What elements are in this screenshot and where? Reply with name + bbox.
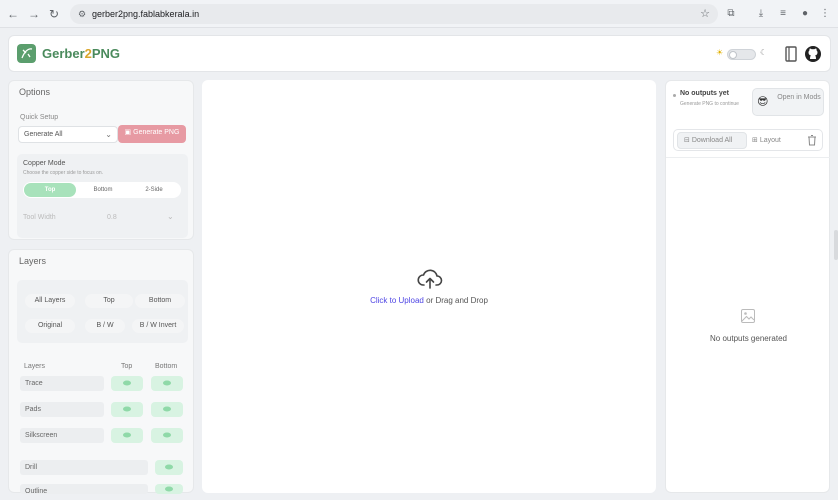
click-to-upload-link[interactable]: Click to Upload <box>370 296 424 305</box>
forward-icon[interactable]: → <box>27 7 41 21</box>
download-icon[interactable]: ⤓ <box>754 7 768 21</box>
logo-icon <box>17 44 36 63</box>
divider <box>666 157 830 158</box>
browser-toolbar: ← → ↻ ⚙ gerber2png.fablabkerala.in ☆ ⧉ ⤓… <box>0 0 838 28</box>
layout-button[interactable]: ⊞ Layout <box>752 132 792 149</box>
copper-bottom-option[interactable]: Bottom <box>79 183 127 197</box>
profile-icon[interactable]: ● <box>798 7 812 21</box>
tool-width-label: Tool Width <box>23 214 56 221</box>
bottom-column-header: Bottom <box>155 363 178 370</box>
moon-icon: ☾ <box>760 48 768 57</box>
top-option[interactable]: Top <box>85 294 133 308</box>
sun-icon: ☀ <box>716 48 724 57</box>
outputs-panel: No outputs yet Generate PNG to continue … <box>665 80 830 493</box>
quick-setup-select[interactable]: Generate All ⌄ <box>18 126 118 143</box>
outline-eye-icon[interactable] <box>155 484 183 494</box>
trash-icon[interactable] <box>807 134 817 146</box>
tool-width-value[interactable]: 0.8 <box>107 214 117 221</box>
layer-row-drill: Drill <box>20 460 148 475</box>
cloud-upload-icon <box>417 269 443 289</box>
copper-top-option[interactable]: Top <box>24 183 76 197</box>
github-icon[interactable] <box>804 45 822 63</box>
bw-option[interactable]: B / W <box>85 319 125 333</box>
pads-bottom-eye-icon[interactable] <box>151 402 183 417</box>
reload-icon[interactable]: ↻ <box>47 7 61 21</box>
extensions-icon[interactable]: ⧉ <box>724 7 738 21</box>
chevron-down-icon: ⌄ <box>105 130 112 139</box>
empty-outputs-message: No outputs generated <box>710 334 787 343</box>
theme-toggle[interactable]: ☀ ☾ <box>716 48 768 61</box>
layers-panel: Layers All Layers Top Bottom Original B … <box>8 249 194 494</box>
download-icon: ⊟ <box>684 137 690 144</box>
top-column-header: Top <box>121 363 133 370</box>
trace-top-eye-icon[interactable] <box>111 376 143 391</box>
sunglasses-emoji-icon: 😎 <box>757 96 769 108</box>
address-bar[interactable]: ⚙ gerber2png.fablabkerala.in ☆ <box>70 4 718 24</box>
pads-top-eye-icon[interactable] <box>111 402 143 417</box>
layers-column-header: Layers <box>24 363 46 370</box>
layer-row-outline: Outline <box>20 484 148 494</box>
original-option[interactable]: Original <box>25 319 75 333</box>
layer-row-silkscreen: Silkscreen <box>20 428 104 443</box>
copper-mode-description: Choose the copper side to focus on. <box>23 170 104 176</box>
back-icon[interactable]: ← <box>6 7 20 21</box>
silkscreen-bottom-eye-icon[interactable] <box>151 428 183 443</box>
copper-mode-section: Copper Mode Choose the copper side to fo… <box>17 154 188 238</box>
upload-instructions: Click to Upload or Drag and Drop <box>370 296 488 305</box>
media-icon[interactable]: ≡ <box>776 7 790 21</box>
grid-icon: ⊞ <box>752 137 758 144</box>
brand-title: Gerber2PNG <box>42 46 121 61</box>
copper-mode-title: Copper Mode <box>23 160 66 167</box>
bottom-option[interactable]: Bottom <box>135 294 185 308</box>
layer-row-trace: Trace <box>20 376 104 391</box>
site-settings-icon[interactable]: ⚙ <box>78 8 90 20</box>
layers-title: Layers <box>19 256 47 266</box>
options-title: Options <box>19 87 51 97</box>
app-header: Gerber2PNG ☀ ☾ <box>8 35 831 72</box>
upload-dropzone[interactable]: Click to Upload or Drag and Drop <box>202 80 656 493</box>
silkscreen-top-eye-icon[interactable] <box>111 428 143 443</box>
output-status-title: No outputs yet <box>680 90 729 97</box>
layer-row-pads: Pads <box>20 402 104 417</box>
image-icon: ▣ <box>124 129 132 136</box>
all-layers-option[interactable]: All Layers <box>25 294 75 308</box>
copper-mode-segmented: Top Bottom 2-Side <box>23 182 181 198</box>
output-status-subtitle: Generate PNG to continue <box>680 101 739 107</box>
status-dot-icon <box>673 94 676 97</box>
bw-invert-option[interactable]: B / W Invert <box>132 319 184 333</box>
quick-setup-label: Quick Setup <box>20 114 59 121</box>
download-all-button[interactable]: ⊟ Download All <box>677 132 747 149</box>
output-toolbar: ⊟ Download All ⊞ Layout <box>673 129 823 151</box>
options-panel: Options Quick Setup Generate All ⌄ ▣ Gen… <box>8 80 194 240</box>
bookmark-star-icon[interactable]: ☆ <box>700 7 710 20</box>
drill-eye-icon[interactable] <box>155 460 183 475</box>
menu-icon[interactable]: ⋮ <box>818 7 832 21</box>
trace-bottom-eye-icon[interactable] <box>151 376 183 391</box>
generate-png-button[interactable]: ▣ Generate PNG <box>118 125 186 143</box>
tool-width-chevron-icon[interactable]: ⌄ <box>167 212 174 221</box>
open-in-mods-button[interactable]: 😎 Open in Mods <box>752 88 824 116</box>
theme-switch[interactable] <box>727 49 756 60</box>
output-status: No outputs yet Generate PNG to continue <box>669 85 751 119</box>
scrollbar[interactable] <box>834 230 838 260</box>
url-text[interactable]: gerber2png.fablabkerala.in <box>92 8 199 20</box>
image-placeholder-icon <box>741 309 755 323</box>
copper-2side-option[interactable]: 2-Side <box>130 183 178 197</box>
docs-book-icon[interactable] <box>782 45 800 63</box>
layer-view-options: All Layers Top Bottom Original B / W B /… <box>17 280 188 343</box>
